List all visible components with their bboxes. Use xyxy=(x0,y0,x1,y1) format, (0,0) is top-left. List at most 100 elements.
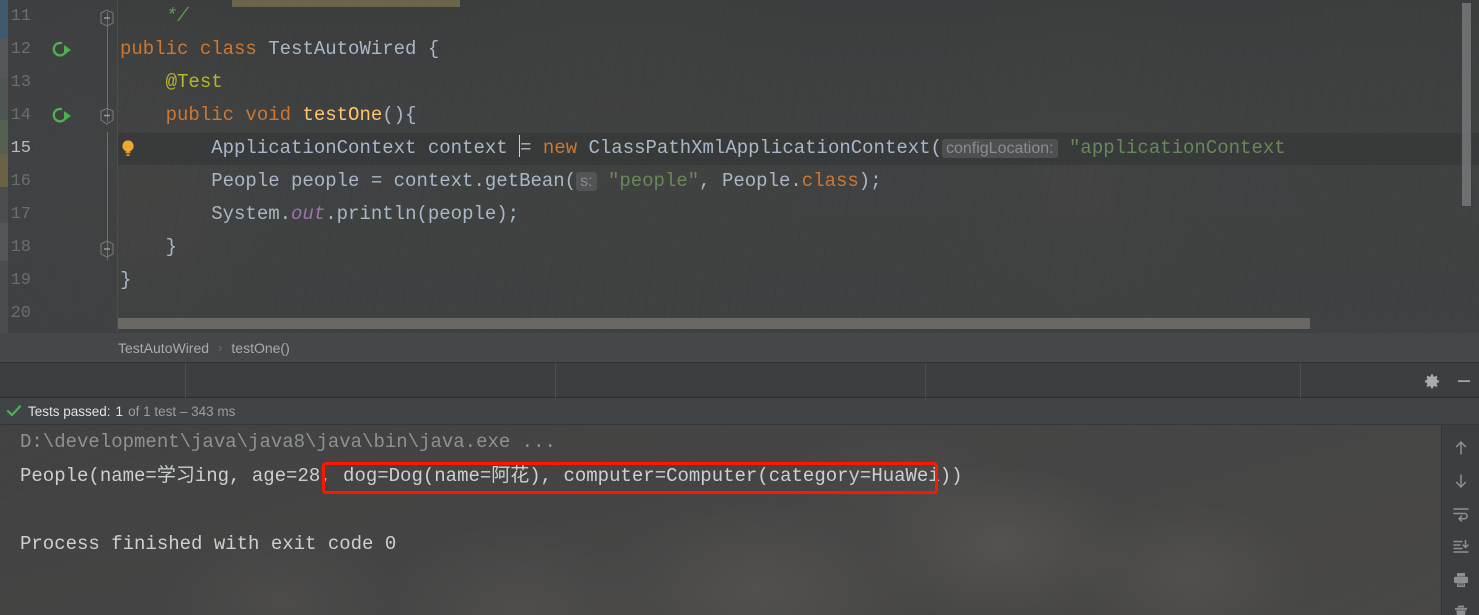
line-number: 11 xyxy=(10,7,31,26)
console-output[interactable]: D:\development\java\java8\java\bin\java.… xyxy=(0,425,1479,615)
breadcrumb-item-class[interactable]: TestAutoWired xyxy=(118,340,209,356)
code-line[interactable]: } xyxy=(118,231,1479,264)
gutter-line: 15 xyxy=(8,132,117,165)
tests-passed-count: 1 xyxy=(115,403,124,419)
code-token: "people" xyxy=(607,170,700,192)
tabstrip-divider xyxy=(185,363,186,398)
console-line[interactable]: People(name=学习ing, age=28, dog=Dog(name=… xyxy=(0,459,1441,493)
breadcrumb[interactable]: TestAutoWired › testOne() xyxy=(0,333,1479,363)
arrow-up-icon[interactable] xyxy=(1452,439,1470,457)
code-line[interactable]: People people = context.getBean(s: "peop… xyxy=(118,165,1479,198)
intellij-window: 11 12 13 14 15 16 17 18 19 20 */ public … xyxy=(0,0,1479,615)
partial-line-highlight xyxy=(232,0,460,7)
gutter-line: 16 xyxy=(8,165,117,198)
minimize-icon[interactable] xyxy=(1455,372,1473,390)
line-number-current: 15 xyxy=(10,139,31,158)
console-toolbar[interactable] xyxy=(1441,425,1479,615)
gutter-line: 20 xyxy=(8,297,117,330)
code-token: "applicationContext xyxy=(1069,137,1286,159)
scroll-to-end-icon[interactable] xyxy=(1452,538,1470,556)
code-line[interactable]: System.out.println(people); xyxy=(118,198,1479,231)
console-line-text: People(name=学习ing, age=28, dog=Dog(name=… xyxy=(20,465,963,487)
code-token: , People. xyxy=(699,170,802,192)
gutter-line: 11 xyxy=(8,0,117,33)
tabstrip-divider xyxy=(555,363,556,398)
code-token: @Test xyxy=(165,71,223,93)
console-line-text: D:\development\java\java8\java\bin\java.… xyxy=(20,431,556,453)
code-token: People people = context.getBean( xyxy=(120,170,577,192)
gutter-line: 14 xyxy=(8,99,117,132)
console-text[interactable]: D:\development\java\java8\java\bin\java.… xyxy=(0,425,1441,615)
line-number: 14 xyxy=(10,106,31,125)
test-status-bar: Tests passed: 1 of 1 test – 343 ms xyxy=(0,398,1479,425)
toolwindow-tabstrip[interactable] xyxy=(0,363,1479,398)
tabstrip-divider xyxy=(1300,363,1301,398)
intention-bulb-icon[interactable] xyxy=(120,9,134,156)
editor-hscrollbar-thumb[interactable] xyxy=(118,318,1310,329)
code-token: class xyxy=(801,170,859,192)
editor-vscrollbar-thumb[interactable] xyxy=(1461,2,1472,207)
parameter-hint: configLocation: xyxy=(941,139,1058,158)
code-token: } xyxy=(120,236,178,258)
toolwindow-actions[interactable] xyxy=(1423,363,1473,398)
line-number: 17 xyxy=(10,205,31,224)
tabstrip-divider xyxy=(925,363,926,398)
line-number: 20 xyxy=(10,304,31,323)
breadcrumb-separator-icon: › xyxy=(218,340,223,355)
fold-marker-icon[interactable] xyxy=(100,239,116,258)
green-check-icon xyxy=(6,403,22,419)
code-token: { xyxy=(416,38,440,60)
code-token: } xyxy=(120,269,132,291)
code-line[interactable]: @Test xyxy=(118,66,1479,99)
code-line[interactable]: ApplicationContext context = new ClassPa… xyxy=(118,132,1479,165)
line-number: 13 xyxy=(10,73,31,92)
code-token: TestAutoWired xyxy=(268,38,417,60)
line-number: 18 xyxy=(10,238,31,257)
console-line[interactable]: D:\development\java\java8\java\bin\java.… xyxy=(0,425,1441,459)
gutter-line: 17 xyxy=(8,198,117,231)
code-token: (){ xyxy=(382,104,417,126)
code-token: System. xyxy=(120,203,292,225)
code-editor[interactable]: 11 12 13 14 15 16 17 18 19 20 */ public … xyxy=(0,0,1479,333)
fold-marker-collapse-icon[interactable] xyxy=(100,107,116,125)
run-test-icon[interactable] xyxy=(50,105,72,127)
code-token: public class xyxy=(120,38,269,60)
editor-gutter[interactable]: 11 12 13 14 15 16 17 18 19 20 xyxy=(8,0,118,333)
code-text-area[interactable]: */ public class TestAutoWired { @Test pub… xyxy=(118,0,1479,333)
tests-passed-label: Tests passed: xyxy=(28,403,111,419)
gutter-line: 18 xyxy=(8,231,117,264)
code-line[interactable]: } xyxy=(118,264,1479,297)
gutter-line: 12 xyxy=(8,33,117,66)
code-token: */ xyxy=(165,5,189,27)
line-number: 19 xyxy=(10,271,31,290)
breadcrumb-item-method[interactable]: testOne() xyxy=(231,340,289,356)
console-line[interactable] xyxy=(0,493,1441,527)
gutter-line: 19 xyxy=(8,264,117,297)
fold-marker-icon[interactable] xyxy=(100,8,116,27)
code-token: .println(people); xyxy=(325,203,520,225)
console-line[interactable]: Process finished with exit code 0 xyxy=(0,527,1441,561)
code-line[interactable]: public class TestAutoWired { xyxy=(118,33,1479,66)
gutter-line: 13 xyxy=(8,66,117,99)
code-token: out xyxy=(291,203,326,225)
soft-wrap-icon[interactable] xyxy=(1452,505,1470,523)
code-token: new xyxy=(542,137,589,159)
gear-icon[interactable] xyxy=(1423,372,1441,390)
code-token: ); xyxy=(858,170,882,192)
code-line[interactable]: public void testOne(){ xyxy=(118,99,1479,132)
run-test-icon[interactable] xyxy=(50,39,72,61)
trash-icon[interactable] xyxy=(1452,604,1470,615)
tests-passed-detail: of 1 test – 343 ms xyxy=(128,403,236,419)
code-token: ApplicationContext context xyxy=(120,137,520,159)
code-token: ClassPathXmlApplicationContext( xyxy=(588,137,942,159)
parameter-hint: s: xyxy=(576,172,597,191)
print-icon[interactable] xyxy=(1452,571,1470,589)
code-token: public void xyxy=(165,104,303,126)
code-token: = xyxy=(520,137,543,159)
line-number: 12 xyxy=(10,40,31,59)
arrow-down-icon[interactable] xyxy=(1452,472,1470,490)
